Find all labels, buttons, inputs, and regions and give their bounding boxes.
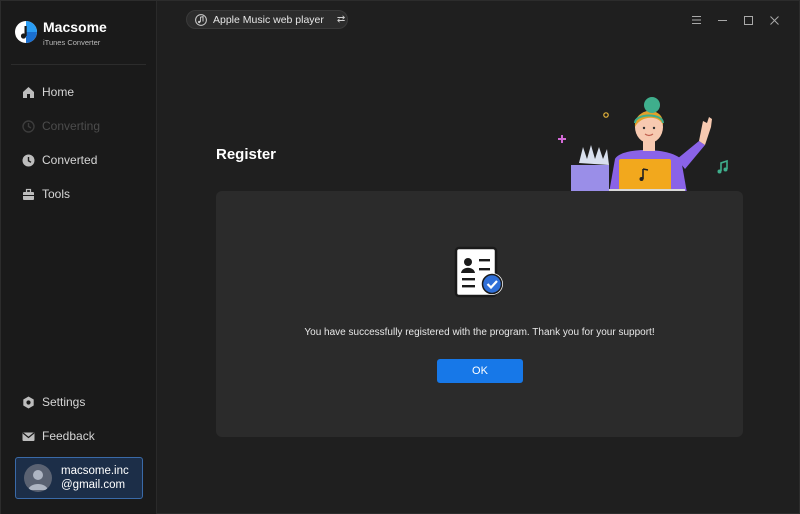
menu-icon[interactable]: [683, 12, 709, 28]
success-message: You have successfully registered with th…: [304, 327, 655, 338]
toolbox-icon: [21, 187, 35, 201]
brand: Macsome iTunes Converter: [15, 18, 107, 48]
sidebar-item-label: Feedback: [42, 429, 95, 443]
sidebar-item-tools[interactable]: Tools: [1, 177, 157, 211]
mail-icon: [21, 429, 35, 443]
source-selector-button[interactable]: Apple Music web player ⇄: [186, 10, 348, 29]
sidebar-nav: Home Converting Converted Tools: [1, 75, 157, 211]
registered-id-card-icon: [454, 246, 503, 298]
sidebar-item-label: Settings: [42, 395, 86, 409]
page-title: Register: [216, 146, 277, 163]
brand-subtitle: iTunes Converter: [43, 38, 101, 47]
sidebar-item-settings[interactable]: Settings: [1, 385, 157, 419]
sidebar: Macsome iTunes Converter Home Converting: [1, 1, 157, 514]
user-laptop-illustration: [558, 97, 728, 193]
sidebar-item-converted[interactable]: Converted: [1, 143, 157, 177]
account-email-line2: @gmail.com: [61, 479, 126, 491]
source-label: Apple Music web player: [213, 13, 324, 26]
sidebar-divider: [11, 64, 146, 65]
converting-icon: [21, 119, 35, 133]
sidebar-item-converting: Converting: [1, 109, 157, 143]
maximize-icon[interactable]: [735, 12, 761, 28]
app-window: Macsome iTunes Converter Home Converting: [0, 0, 800, 514]
brand-name: Macsome: [43, 19, 107, 35]
sidebar-item-label: Tools: [42, 187, 71, 201]
sidebar-item-home[interactable]: Home: [1, 75, 157, 109]
avatar: [24, 464, 52, 492]
sidebar-bottom-nav: Settings Feedback: [1, 385, 157, 453]
switch-icon: ⇄: [336, 14, 346, 25]
home-icon: [21, 85, 35, 99]
account-card[interactable]: macsome.inc @gmail.com: [15, 457, 143, 499]
account-email: macsome.inc @gmail.com: [61, 464, 129, 492]
sidebar-item-label: Converting: [42, 119, 101, 133]
minimize-icon[interactable]: [709, 12, 735, 28]
music-note-icon: [195, 13, 207, 26]
macsome-logo-icon: [15, 21, 37, 43]
ok-button[interactable]: OK: [437, 359, 523, 383]
sidebar-item-feedback[interactable]: Feedback: [1, 419, 157, 453]
gear-icon: [21, 395, 35, 409]
window-controls: [683, 12, 787, 28]
close-icon[interactable]: [761, 12, 787, 28]
register-card: You have successfully registered with th…: [216, 191, 743, 437]
sidebar-item-label: Converted: [42, 153, 98, 167]
account-email-line1: macsome.inc: [61, 465, 129, 477]
clock-icon: [21, 153, 35, 167]
sidebar-item-label: Home: [42, 85, 75, 99]
